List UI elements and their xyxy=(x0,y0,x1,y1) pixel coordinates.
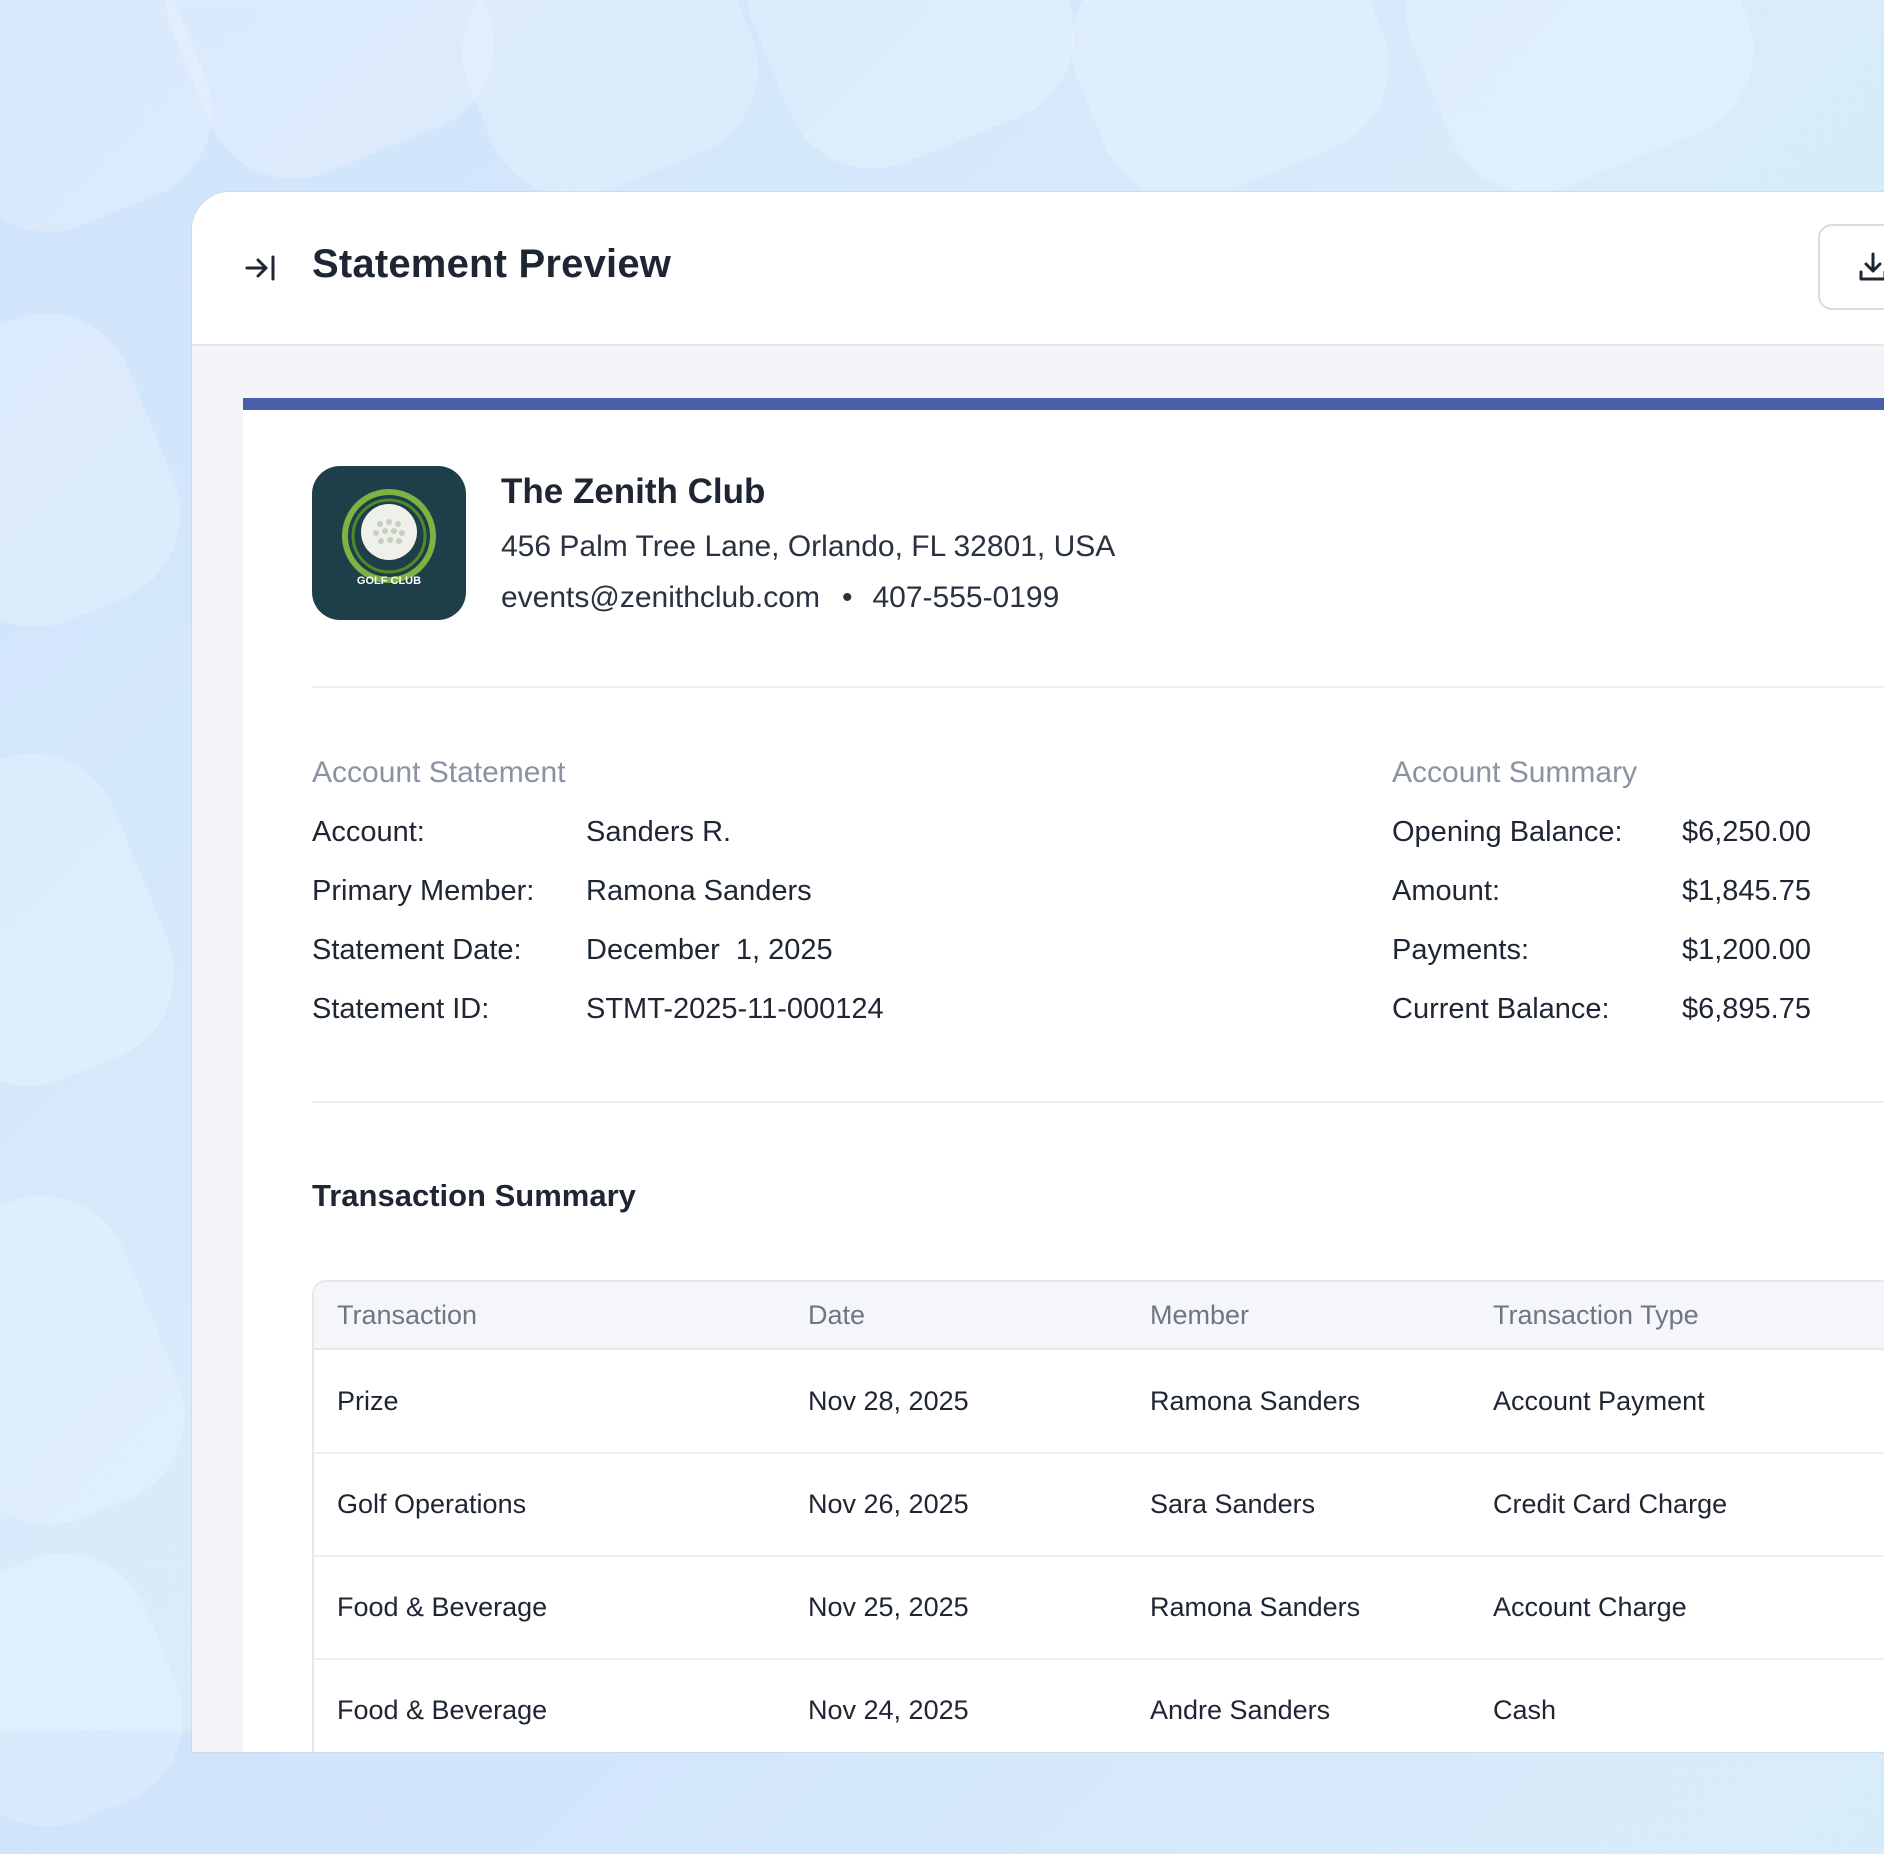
transactions-table: Transaction Date Member Transaction Type… xyxy=(312,1280,1884,1752)
logo-text: GOLF CLUB xyxy=(357,575,421,587)
opening-balance-label: Opening Balance: xyxy=(1392,816,1623,848)
cell-type: Cash xyxy=(1493,1695,1557,1725)
document-accent-bar xyxy=(243,398,1884,410)
cell-transaction: Prize xyxy=(337,1386,399,1416)
column-header-type[interactable]: Transaction Type xyxy=(1493,1300,1699,1331)
divider xyxy=(312,1101,1884,1103)
statement-id-value: STMT-2025-11-000124 xyxy=(586,993,884,1025)
cell-date: Nov 26, 2025 xyxy=(808,1489,969,1519)
cell-date: Nov 24, 2025 xyxy=(808,1695,969,1725)
club-name: The Zenith Club xyxy=(501,472,766,511)
cell-member: Sara Sanders xyxy=(1150,1489,1316,1519)
background-shape xyxy=(1379,0,1781,220)
statement-id-label: Statement ID: xyxy=(312,993,490,1025)
account-summary-heading: Account Summary xyxy=(1392,756,1638,789)
background-shape xyxy=(435,0,785,224)
primary-member-label: Primary Member: xyxy=(312,875,535,907)
amount-label: Amount: xyxy=(1392,875,1500,907)
cell-type: Credit Card Charge xyxy=(1493,1489,1728,1519)
club-email: events@zenithclub.com xyxy=(501,581,820,614)
cell-type: Account Charge xyxy=(1493,1592,1687,1622)
club-phone: 407-555-0199 xyxy=(872,581,1060,614)
amount-value: $1,845.75 xyxy=(1681,875,1811,907)
column-header-member[interactable]: Member xyxy=(1150,1300,1249,1331)
page-title: Statement Preview xyxy=(312,242,672,286)
statement-document: GOLF CLUB The Zenith Club 456 Palm Tree … xyxy=(243,398,1884,1752)
table-row[interactable]: Golf Operations Nov 26, 2025 Sara Sander… xyxy=(314,1453,1884,1557)
table-row[interactable]: Food & Beverage Nov 25, 2025 Ramona Sand… xyxy=(314,1556,1884,1660)
cell-member: Ramona Sanders xyxy=(1150,1386,1361,1416)
table-row[interactable]: Prize Nov 28, 2025 Ramona Sanders Accoun… xyxy=(314,1350,1884,1454)
current-balance-value: $6,895.75 xyxy=(1681,993,1811,1025)
opening-balance-value: $6,250.00 xyxy=(1681,816,1811,848)
cell-transaction: Food & Beverage xyxy=(337,1592,548,1622)
cell-member: Andre Sanders xyxy=(1150,1695,1331,1725)
account-label: Account: xyxy=(312,816,425,848)
cell-transaction: Food & Beverage xyxy=(337,1695,548,1725)
contact-separator: • xyxy=(841,581,853,614)
cell-member: Ramona Sanders xyxy=(1150,1592,1361,1622)
club-contact: events@zenithclub.com • 407-555-0199 xyxy=(501,581,1059,615)
background-shape xyxy=(0,726,202,1114)
statement-date-label: Statement Date: xyxy=(312,934,522,966)
cell-date: Nov 25, 2025 xyxy=(808,1592,969,1622)
account-value: Sanders R. xyxy=(586,816,732,848)
column-header-date[interactable]: Date xyxy=(808,1300,865,1331)
background-shape xyxy=(0,285,208,655)
transaction-summary-title: Transaction Summary xyxy=(312,1178,636,1213)
cell-transaction: Golf Operations xyxy=(337,1489,527,1519)
cell-type: Account Payment xyxy=(1493,1386,1705,1416)
divider xyxy=(312,686,1884,688)
club-logo: GOLF CLUB xyxy=(312,466,466,620)
table-row[interactable]: Food & Beverage Nov 24, 2025 Andre Sande… xyxy=(314,1659,1884,1752)
download-button[interactable] xyxy=(1818,224,1884,310)
cell-date: Nov 28, 2025 xyxy=(808,1386,969,1416)
payments-value: $1,200.00 xyxy=(1681,934,1811,966)
account-statement-heading: Account Statement xyxy=(312,756,566,789)
background-shape xyxy=(718,0,1102,196)
current-balance-label: Current Balance: xyxy=(1392,993,1610,1025)
statement-preview-panel: Statement Preview GOLF CLUB The Zenith C… xyxy=(192,192,1884,1752)
club-address: 456 Palm Tree Lane, Orlando, FL 32801, U… xyxy=(501,530,1116,563)
panel-header: Statement Preview xyxy=(192,192,1884,346)
background-shape xyxy=(0,1168,212,1552)
collapse-panel-icon xyxy=(245,255,275,281)
column-header-transaction[interactable]: Transaction xyxy=(337,1300,477,1331)
statement-date-value: December 1, 2025 xyxy=(586,934,833,966)
table-header: Transaction Date Member Transaction Type xyxy=(314,1282,1884,1350)
download-icon xyxy=(1859,252,1884,281)
collapse-panel-button[interactable] xyxy=(240,248,280,288)
preview-content[interactable]: GOLF CLUB The Zenith Club 456 Palm Tree … xyxy=(192,346,1884,1752)
primary-member-value: Ramona Sanders xyxy=(586,875,812,907)
background-shape xyxy=(0,1526,211,1854)
golf-ball-icon: GOLF CLUB xyxy=(342,489,436,587)
payments-label: Payments: xyxy=(1392,934,1529,966)
